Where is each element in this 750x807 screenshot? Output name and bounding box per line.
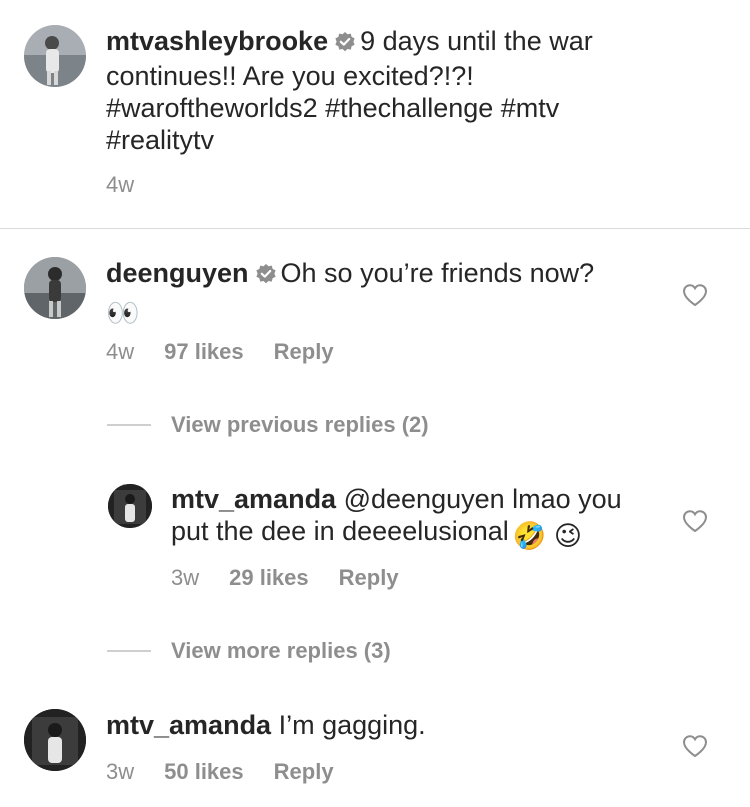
reply-1-timestamp[interactable]: 3w (171, 565, 199, 590)
comment-2-meta: 3w 50 likes Reply (106, 759, 334, 785)
rofl-wink-emoji: 🤣 😉 (512, 521, 583, 551)
reply-1-username[interactable]: mtv_amanda (171, 484, 336, 514)
comment-1-meta: 4w 97 likes Reply (106, 339, 334, 365)
reply-1-likes[interactable]: 29 likes (229, 565, 309, 590)
avatar-mtvashleybrooke[interactable] (24, 25, 86, 87)
comment-2-reply-button[interactable]: Reply (274, 759, 334, 784)
caption-text-block: mtvashleybrooke 9 days until the war cont… (106, 25, 646, 156)
comment-2-likes[interactable]: 50 likes (164, 759, 244, 784)
comment-1-reply-button[interactable]: Reply (274, 339, 334, 364)
comment-1-timestamp[interactable]: 4w (106, 339, 134, 364)
caption-timestamp[interactable]: 4w (106, 172, 134, 197)
view-more-replies-button[interactable]: View more replies (3) (171, 638, 391, 664)
caption-divider (0, 228, 750, 229)
heart-outline-icon[interactable] (682, 509, 708, 533)
comment-2-text: I’m gagging. (278, 710, 426, 740)
heart-outline-icon[interactable] (682, 734, 708, 758)
comment-1-text-block: deenguyen Oh so you’re friends now? 👀 (106, 257, 646, 329)
reply-1-text-block: mtv_amanda @deenguyen lmao you put the d… (171, 483, 651, 552)
view-previous-divider (107, 424, 151, 426)
avatar-mtv-amanda-reply[interactable] (108, 484, 152, 528)
reply-1-meta: 3w 29 likes Reply (171, 565, 399, 591)
caption-username[interactable]: mtvashleybrooke (106, 26, 328, 56)
verified-badge-icon (334, 28, 356, 60)
avatar-deenguyen[interactable] (24, 257, 86, 319)
view-more-divider (107, 650, 151, 652)
comment-1-text: Oh so you’re friends now? (280, 258, 595, 288)
comment-2-text-block: mtv_amanda I’m gagging. (106, 709, 646, 741)
caption-meta: 4w (106, 172, 134, 198)
comment-1-likes[interactable]: 97 likes (164, 339, 244, 364)
eyes-emoji: 👀 (106, 298, 140, 328)
verified-badge-icon (255, 260, 277, 292)
reply-1-reply-button[interactable]: Reply (339, 565, 399, 590)
view-previous-replies-button[interactable]: View previous replies (2) (171, 412, 429, 438)
heart-outline-icon[interactable] (682, 283, 708, 307)
comment-2-timestamp[interactable]: 3w (106, 759, 134, 784)
avatar-mtv-amanda[interactable] (24, 709, 86, 771)
comment-2-username[interactable]: mtv_amanda (106, 710, 271, 740)
comment-1-username[interactable]: deenguyen (106, 258, 249, 288)
